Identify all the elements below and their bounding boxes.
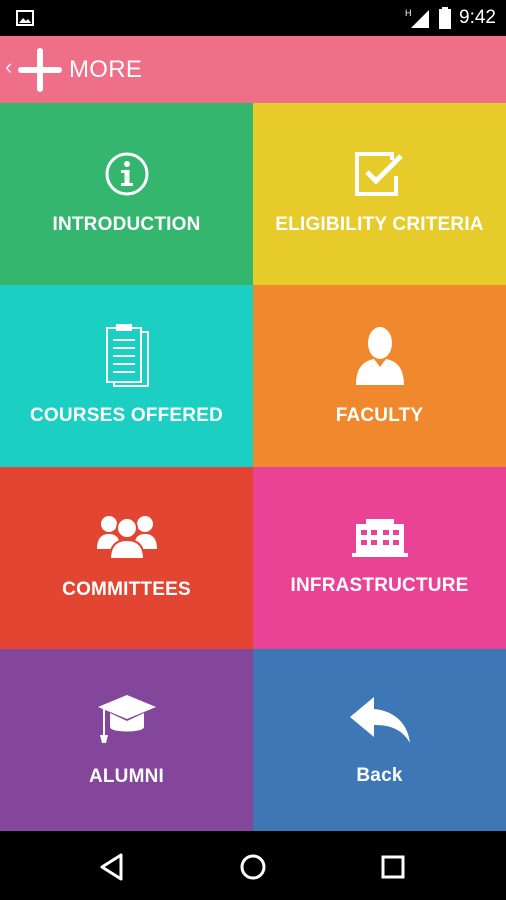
square-recents-icon[interactable] xyxy=(375,849,411,885)
signal-icon: H xyxy=(405,8,430,28)
app-bar-title: MORE xyxy=(69,56,143,83)
reply-arrow-icon xyxy=(349,697,410,743)
back-chevron-icon[interactable]: ‹ xyxy=(5,56,12,78)
tile-label: FACULTY xyxy=(335,405,424,426)
tile-label: ALUMNI xyxy=(88,766,165,787)
group-icon xyxy=(96,516,157,559)
checkbox-icon xyxy=(354,152,403,196)
tile-label: ELIGIBILITY CRITERIA xyxy=(275,214,484,235)
info-icon xyxy=(105,152,148,196)
tile-label: INTRODUCTION xyxy=(52,214,201,235)
tile-label: COMMITTEES xyxy=(62,579,191,600)
app-bar: ‹ MORE xyxy=(0,36,506,103)
tile-back[interactable]: Back xyxy=(253,649,506,831)
status-icons: H 9:42 xyxy=(405,0,496,36)
triangle-back-icon[interactable] xyxy=(95,849,131,885)
status-time: 9:42 xyxy=(459,7,496,28)
gallery-notification-icon xyxy=(16,10,34,26)
navigation-bar xyxy=(0,833,506,900)
tile-label: COURSES OFFERED xyxy=(29,405,224,426)
tile-introduction[interactable]: INTRODUCTION xyxy=(0,103,253,285)
tile-courses-offered[interactable]: COURSES OFFERED xyxy=(0,285,253,467)
tile-committees[interactable]: COMMITTEES xyxy=(0,467,253,649)
tile-faculty[interactable]: FACULTY xyxy=(253,285,506,467)
clipboard-icon xyxy=(105,324,149,387)
status-bar: H 9:42 xyxy=(0,0,506,36)
battery-icon xyxy=(439,7,452,29)
graduation-cap-icon xyxy=(97,695,156,743)
tile-label: Back xyxy=(356,765,403,786)
tile-alumni[interactable]: ALUMNI xyxy=(0,649,253,831)
person-icon xyxy=(355,327,404,385)
circle-home-icon[interactable] xyxy=(235,849,271,885)
tile-label: INFRASTRUCTURE xyxy=(290,575,469,596)
tile-infrastructure[interactable]: INFRASTRUCTURE xyxy=(253,467,506,649)
network-type-label: H xyxy=(405,8,412,18)
menu-grid: INTRODUCTION ELIGIBILITY CRITERIA COURSE… xyxy=(0,103,506,833)
building-icon xyxy=(351,519,408,557)
plus-icon[interactable] xyxy=(18,48,62,92)
tile-eligibility-criteria[interactable]: ELIGIBILITY CRITERIA xyxy=(253,103,506,285)
